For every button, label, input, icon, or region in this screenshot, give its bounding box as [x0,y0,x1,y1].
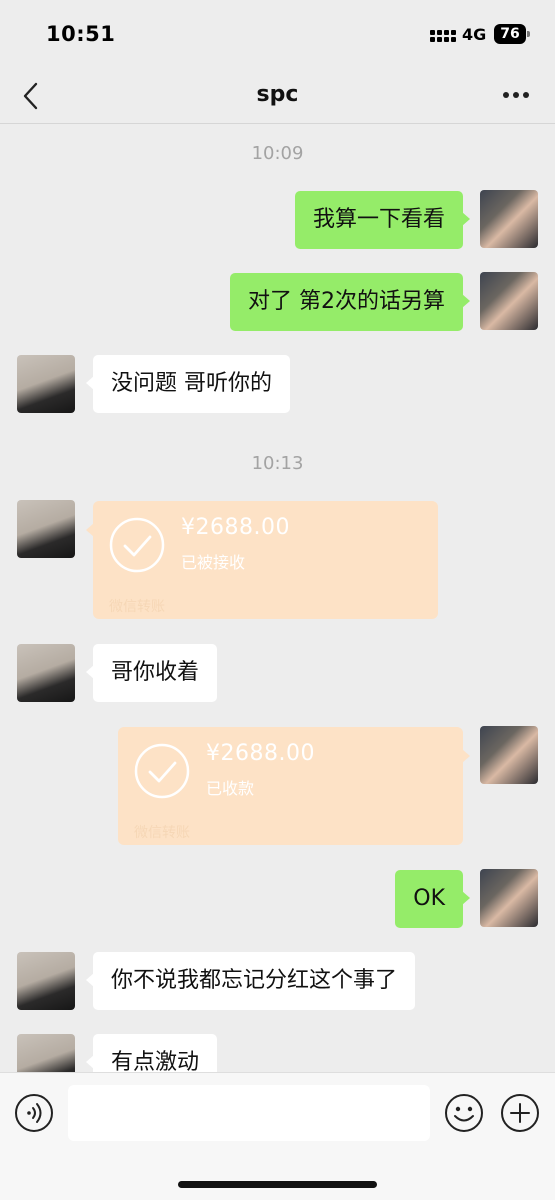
avatar[interactable] [480,726,538,784]
avatar[interactable] [480,272,538,330]
more-horizontal-icon [503,92,529,98]
check-circle-icon [134,743,190,799]
avatar[interactable] [17,952,75,1010]
network-label: 4G [462,25,487,44]
nav-bar: spc [0,70,555,124]
transfer-status: 已收款 [206,779,255,798]
emoji-icon [445,1094,483,1132]
message-bubble-received[interactable]: 你不说我都忘记分红这个事了 [85,952,416,1010]
transfer-amount: ¥2688.00 [206,741,315,766]
battery-icon: 76 [494,24,530,44]
avatar[interactable] [480,869,538,927]
timestamp: 10:09 [251,143,304,164]
transfer-card[interactable]: ¥2688.00 已被接收 微信转账 [86,501,438,619]
message-input[interactable] [68,1085,430,1141]
message-bubble-sent[interactable]: OK [395,870,470,928]
emoji-button[interactable] [444,1093,484,1133]
check-circle-icon [109,517,165,573]
message-bubble-sent[interactable]: 我算一下看看 [294,191,471,249]
transfer-status: 已被接收 [181,553,246,572]
avatar[interactable] [17,500,75,558]
transfer-card[interactable]: ¥2688.00 已收款 微信转账 [118,727,470,845]
plus-icon [501,1094,539,1132]
timestamp: 10:13 [251,453,304,474]
chat-title: spc [256,82,299,107]
voice-icon [15,1094,53,1132]
status-time: 10:51 [46,22,116,46]
avatar[interactable] [17,644,75,702]
transfer-label: 微信转账 [109,599,165,615]
message-bubble-sent[interactable]: 对了 第2次的话另算 [230,273,470,331]
transfer-label: 微信转账 [134,825,190,841]
avatar[interactable] [17,355,75,413]
plus-button[interactable] [500,1093,540,1133]
signal-icon [430,28,456,44]
input-bar [0,1072,555,1200]
home-indicator [178,1181,377,1188]
status-bar: 10:51 4G 76 [0,0,555,70]
avatar[interactable] [480,190,538,248]
more-button[interactable] [496,78,536,112]
transfer-amount: ¥2688.00 [181,515,290,540]
message-bubble-received[interactable]: 没问题 哥听你的 [86,355,290,413]
voice-button[interactable] [14,1093,54,1133]
message-bubble-received[interactable]: 哥你收着 [85,644,218,702]
